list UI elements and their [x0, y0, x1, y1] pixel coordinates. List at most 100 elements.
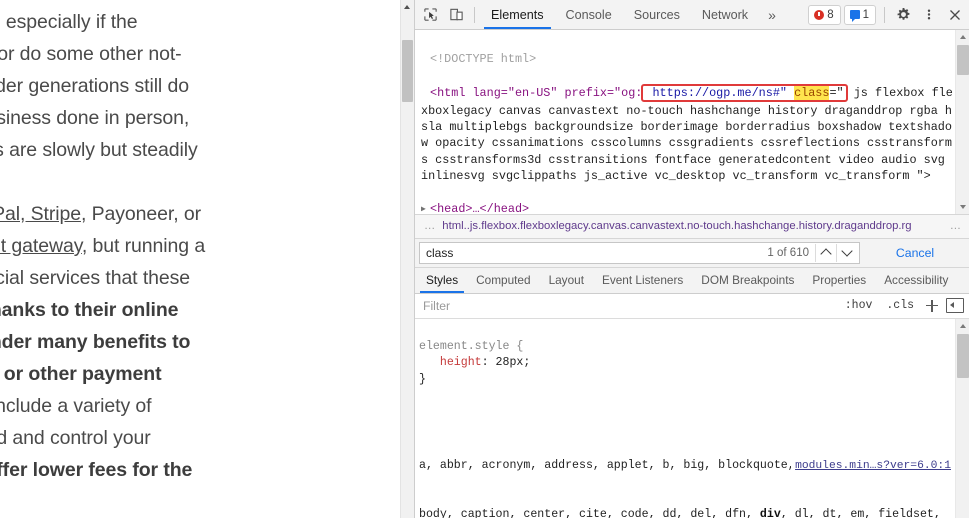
close-glyph [950, 9, 960, 20]
inspect-element-icon[interactable] [417, 2, 443, 28]
ua-selectors-1: a, abbr, acronym, address, applet, b, bi… [419, 458, 795, 472]
breadcrumb-left-ellipsis[interactable]: … [417, 220, 442, 232]
dom-line-html[interactable]: <html lang="en-US" prefix="og: https://o… [421, 84, 955, 184]
text-fragment: of financial services that these [0, 267, 191, 289]
ua-rule-line-1: a, abbr, acronym, address, applet, b, bi… [419, 457, 955, 475]
link-paypal-stripe[interactable]: PayPal, Stripe [0, 203, 81, 225]
breadcrumb-right-ellipsis[interactable]: … [943, 220, 968, 232]
page-scrollbar[interactable] [400, 0, 414, 518]
link-payment-gateway[interactable]: payment gateway [0, 235, 82, 257]
scroll-up-arrow-icon[interactable] [401, 0, 414, 13]
element-style-declaration[interactable]: height: 28px; [419, 355, 955, 371]
tab-event-listeners[interactable]: Event Listeners [593, 268, 692, 293]
search-result-count: 1 of 610 [767, 246, 809, 259]
head-tag: <head>…</head> [430, 202, 530, 214]
toolbar-divider-2 [884, 6, 885, 23]
dom-tree-container: <!DOCTYPE html> <html lang="en-US" prefi… [415, 30, 969, 214]
sidebar-toggle-icon[interactable] [946, 298, 964, 314]
scroll-up-arrow-icon[interactable] [956, 319, 969, 333]
text-line: he bills or do some other not- [0, 43, 182, 65]
search-prev-button[interactable] [815, 243, 836, 262]
expand-triangle-collapsed-icon[interactable]: ▶ [421, 202, 430, 214]
tab-sources[interactable]: Sources [623, 0, 691, 29]
styles-filter-bar: Filter :hov .cls [415, 293, 969, 319]
dom-tree[interactable]: <!DOCTYPE html> <html lang="en-US" prefi… [415, 30, 955, 214]
more-tabs-button[interactable]: » [759, 7, 785, 23]
plus-icon[interactable] [921, 297, 943, 315]
tab-computed[interactable]: Computed [467, 268, 539, 293]
search-field[interactable]: class 1 of 610 [419, 241, 860, 264]
page-scrollbar-thumb[interactable] [402, 40, 413, 102]
element-style-rule[interactable]: element.style { height: 28px;} [419, 339, 955, 388]
breadcrumb-path[interactable]: html..js.flexbox.flexboxlegacy.canvas.ca… [442, 220, 942, 232]
stylesheet-source-link[interactable]: modules.min…s?ver=6.0:1 [791, 457, 951, 475]
article-paragraph-2: ng PayPal, Stripe, Payoneer, or payment … [0, 198, 400, 486]
close-icon[interactable] [942, 2, 968, 28]
styles-rules[interactable]: element.style { height: 28px;} a, abbr, … [415, 319, 955, 518]
search-cancel-button[interactable]: Cancel [866, 246, 964, 260]
text-bold: e to render many benefits to [0, 331, 191, 353]
search-match-highlight: https://ogp.me/ns#" class=" [641, 84, 848, 103]
styles-scrollbar[interactable] [955, 318, 969, 518]
device-toolbar-icon[interactable] [443, 2, 469, 28]
text-line: their business done in person, [0, 107, 190, 129]
dom-scrollbar-thumb[interactable] [957, 45, 969, 75]
dom-line-doctype[interactable]: <!DOCTYPE html> [421, 51, 955, 68]
device-toolbar-glyph [449, 8, 463, 21]
tab-dom-breakpoints[interactable]: DOM Breakpoints [692, 268, 803, 293]
tab-elements[interactable]: Elements [480, 0, 555, 29]
text-line: al banks are slowly but steadily [0, 139, 198, 161]
text-bold: l banks or other payment [0, 363, 162, 385]
message-count-badge[interactable]: 1 [843, 4, 876, 25]
scroll-down-arrow-icon[interactable] [956, 200, 969, 214]
text-bold: often offer lower fees for the [0, 459, 193, 481]
cls-toggle-button[interactable]: .cls [879, 299, 921, 312]
devtools-tab-list: Elements Console Sources Network [480, 0, 759, 29]
dom-search-bar: class 1 of 610 Cancel [415, 238, 969, 268]
gear-icon[interactable] [890, 2, 916, 28]
css-colon: : [481, 356, 496, 370]
breadcrumb: … html..js.flexbox.flexboxlegacy.canvas.… [415, 213, 969, 239]
tab-console[interactable]: Console [555, 0, 623, 29]
search-next-button[interactable] [836, 243, 857, 262]
chevron-down-icon [841, 245, 853, 257]
text-fragment: f them include a variety of [0, 395, 152, 417]
message-count-label: 1 [862, 8, 869, 21]
dom-line-head[interactable]: ▶ <head>…</head> [421, 201, 955, 214]
devtools-panel: Elements Console Sources Network » 8 1 <… [414, 0, 969, 518]
styles-tab-list: Styles Computed Layout Event Listeners D… [415, 267, 969, 294]
tab-network[interactable]: Network [691, 0, 759, 29]
article-text: popular, especially if the he bills or d… [0, 6, 400, 518]
scroll-up-arrow-icon[interactable] [956, 30, 969, 44]
css-property-name[interactable]: height [440, 356, 482, 369]
tab-properties[interactable]: Properties [803, 268, 875, 293]
text-line: popular, especially if the [0, 11, 138, 33]
css-property-value[interactable]: 28px; [496, 356, 531, 369]
dom-tree-scrollbar[interactable] [955, 30, 969, 214]
tab-styles[interactable]: Styles [417, 268, 467, 293]
hov-toggle-button[interactable]: :hov [838, 299, 880, 312]
inspect-element-glyph [423, 8, 437, 21]
webpage-content: popular, especially if the he bills or d… [0, 0, 400, 518]
attr-equals: =" [829, 86, 844, 101]
devtools-toolbar: Elements Console Sources Network » 8 1 [415, 0, 969, 30]
chevron-up-icon [820, 248, 832, 260]
matched-term: class [794, 86, 830, 101]
ua-rule-line-2: body, caption, center, cite, code, dd, d… [419, 507, 955, 518]
ua-stylesheet-rule[interactable]: a, abbr, acronym, address, applet, b, bi… [419, 425, 955, 518]
kebab-menu-icon[interactable] [916, 2, 942, 28]
text-fragment: , but running a [81, 235, 206, 257]
error-count-label: 8 [827, 8, 834, 21]
text-fragment: , Payoneer, or [80, 203, 201, 225]
tab-accessibility[interactable]: Accessibility [875, 268, 957, 293]
styles-scrollbar-thumb[interactable] [957, 333, 969, 378]
error-count-badge[interactable]: 8 [808, 4, 841, 25]
screenshot-root: popular, especially if the he bills or d… [0, 0, 969, 518]
tab-layout[interactable]: Layout [540, 268, 593, 293]
error-icon [814, 9, 825, 20]
toolbar-divider [474, 6, 475, 23]
styles-filter-input[interactable]: Filter [423, 299, 838, 313]
search-input[interactable]: class [426, 243, 761, 263]
